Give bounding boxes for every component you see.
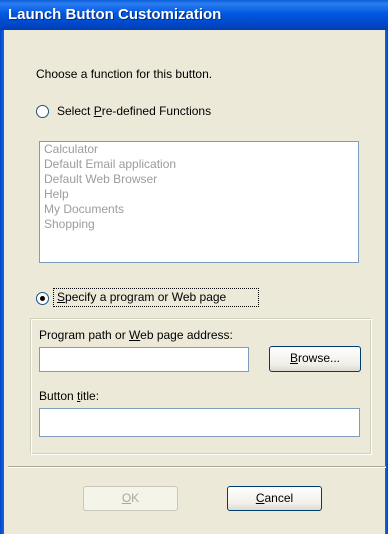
- button-title-input[interactable]: [39, 408, 360, 437]
- radio-specify-label[interactable]: Specify a program or Web page: [57, 290, 226, 304]
- list-item[interactable]: My Documents: [40, 202, 358, 217]
- radio-specify-circle[interactable]: [36, 292, 49, 305]
- radio-predefined-circle[interactable]: [36, 105, 49, 118]
- program-path-label: Program path or Web page address:: [39, 328, 233, 342]
- list-item[interactable]: Default Web Browser: [40, 172, 358, 187]
- dialog-window: Launch Button Customization Choose a fun…: [0, 0, 388, 534]
- radio-predefined-label[interactable]: Select Pre-defined Functions: [57, 104, 211, 118]
- list-item[interactable]: Shopping: [40, 217, 358, 232]
- program-path-input[interactable]: [39, 347, 249, 372]
- separator-highlight: [8, 467, 386, 468]
- predefined-functions-list[interactable]: Calculator Default Email application Def…: [39, 141, 359, 263]
- ok-button[interactable]: OK: [83, 486, 178, 511]
- list-item[interactable]: Help: [40, 187, 358, 202]
- prompt-text: Choose a function for this button.: [36, 67, 213, 81]
- title-bar[interactable]: Launch Button Customization: [0, 0, 388, 30]
- button-title-label: Button title:: [39, 389, 100, 403]
- cancel-button[interactable]: Cancel: [227, 486, 322, 511]
- list-item[interactable]: Calculator: [40, 142, 358, 157]
- radio-selected-dot: [40, 296, 45, 301]
- list-item[interactable]: Default Email application: [40, 157, 358, 172]
- browse-button[interactable]: Browse...: [269, 346, 361, 372]
- window-title: Launch Button Customization: [8, 6, 222, 23]
- window-frame-left: [0, 30, 4, 534]
